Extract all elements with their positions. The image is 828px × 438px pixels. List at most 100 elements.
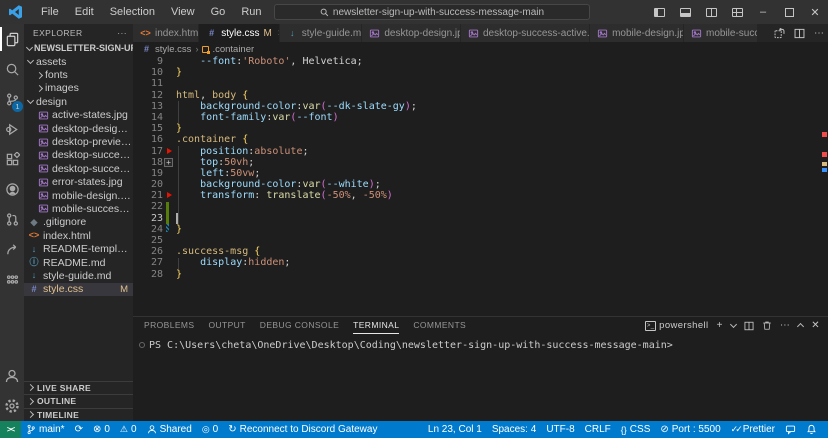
- terminal-profile[interactable]: >_ powershell: [645, 320, 708, 331]
- tab-desktop-design-jpg[interactable]: desktop-design.jpg: [362, 24, 461, 42]
- activity-item-source-control[interactable]: 1: [0, 84, 24, 114]
- statusbar-sync-changes[interactable]: ⟳: [70, 421, 88, 438]
- statusbar-eol-sequence[interactable]: CRLF: [580, 421, 616, 438]
- maximize-icon[interactable]: [776, 0, 802, 24]
- activity-item-live-share[interactable]: [0, 234, 24, 264]
- command-center-search[interactable]: newsletter-sign-up-with-success-message-…: [274, 4, 590, 20]
- split-terminal-icon[interactable]: [744, 321, 754, 331]
- tree-item-style-guide-md[interactable]: ↓style-guide.md: [24, 269, 133, 282]
- workspace-root-folder[interactable]: NEWSLETTER-SIGN-UP-WI...: [24, 41, 133, 55]
- activity-item-explorer[interactable]: [0, 24, 24, 54]
- breadcrumb[interactable]: # style.css › .container: [133, 42, 828, 56]
- split-editor-layout-icon[interactable]: [698, 0, 724, 24]
- kill-terminal-icon[interactable]: [762, 320, 772, 331]
- statusbar-encoding[interactable]: UTF-8: [541, 421, 579, 438]
- tree-item-mobile-design-jpg[interactable]: mobile-design.jpg: [24, 189, 133, 202]
- section-outline[interactable]: OUTLINE: [24, 394, 133, 408]
- statusbar-live-server-port[interactable]: ⊘Port : 5500: [655, 421, 725, 438]
- tree-item--gitignore[interactable]: ◆.gitignore: [24, 216, 133, 229]
- tab-index-html[interactable]: <>index.html: [133, 24, 199, 42]
- tree-item-index-html[interactable]: <>index.html: [24, 229, 133, 242]
- statusbar-notifications[interactable]: [801, 421, 822, 438]
- close-window-icon[interactable]: ✕: [802, 0, 828, 24]
- panel-more-actions-icon[interactable]: ⋯: [780, 320, 790, 331]
- menu-edit[interactable]: Edit: [67, 0, 102, 24]
- panel-tab-terminal[interactable]: TERMINAL: [353, 317, 399, 334]
- activity-item-extensions[interactable]: [0, 144, 24, 174]
- activity-item-run-and-debug[interactable]: [0, 114, 24, 144]
- tree-item-active-states-jpg[interactable]: active-states.jpg: [24, 109, 133, 122]
- minimize-icon[interactable]: –: [750, 0, 776, 24]
- toggle-panel-icon[interactable]: [672, 0, 698, 24]
- activity-item-search[interactable]: [0, 54, 24, 84]
- warning-icon: ⚠: [120, 424, 128, 435]
- tree-item-readme-md[interactable]: ⓘREADME.md: [24, 256, 133, 269]
- statusbar-indentation[interactable]: Spaces: 4: [487, 421, 541, 438]
- tree-item-readme-template-md[interactable]: ↓README-template.md: [24, 242, 133, 255]
- explorer-header: EXPLORER ···: [24, 24, 133, 41]
- statusbar-feedback[interactable]: [780, 421, 801, 438]
- statusbar-language-mode[interactable]: {}CSS: [616, 421, 656, 438]
- tree-item-error-states-jpg[interactable]: error-states.jpg: [24, 176, 133, 189]
- tree-item-desktop-success-active-jpg[interactable]: desktop-success-active.jpg: [24, 149, 133, 162]
- breadcrumb-symbol[interactable]: .container: [212, 44, 254, 55]
- activity-item-github[interactable]: [0, 174, 24, 204]
- menu-view[interactable]: View: [163, 0, 203, 24]
- toggle-sidebar-icon[interactable]: [646, 0, 672, 24]
- tab-style-guide-md[interactable]: ↓style-guide.md: [280, 24, 363, 42]
- chevron-up-icon[interactable]: [797, 323, 804, 330]
- tab-desktop-success-active-jpg[interactable]: desktop-success-active.jpg: [461, 24, 590, 42]
- section-timeline[interactable]: TIMELINE: [24, 408, 133, 422]
- tree-item-style-css[interactable]: #style.cssM: [24, 283, 133, 296]
- open-changes-icon[interactable]: [774, 28, 785, 39]
- activity-item-pull-requests[interactable]: [0, 204, 24, 234]
- activity-item-settings[interactable]: [0, 391, 24, 421]
- menu-selection[interactable]: Selection: [102, 0, 163, 24]
- breadcrumb-file[interactable]: style.css: [155, 44, 191, 55]
- statusbar-discord-reconnect[interactable]: ↻Reconnect to Discord Gateway: [223, 421, 382, 438]
- statusbar-prettier[interactable]: ✓✓Prettier: [726, 421, 780, 438]
- tree-item-mobile-success-jpg[interactable]: mobile-success.jpg: [24, 202, 133, 215]
- code-editor[interactable]: 9 --font:'Roboto', Helvetica;10}1112html…: [133, 56, 828, 316]
- close-panel-icon[interactable]: ✕: [811, 320, 820, 331]
- section-live-share[interactable]: LIVE SHARE: [24, 381, 133, 395]
- statusbar-git-branch[interactable]: main*: [21, 421, 70, 438]
- statusbar-cursor-position[interactable]: Ln 23, Col 1: [423, 421, 487, 438]
- chevron-down-icon[interactable]: [730, 321, 737, 328]
- new-terminal-icon[interactable]: +: [717, 320, 723, 331]
- tab-mobile-design-jpg[interactable]: mobile-design.jpg: [590, 24, 684, 42]
- statusbar-problems-warnings[interactable]: ⚠0: [115, 421, 142, 438]
- menu-go[interactable]: Go: [203, 0, 234, 24]
- code-line-16: 16.container {: [133, 134, 828, 145]
- panel-tab-output[interactable]: OUTPUT: [208, 317, 245, 334]
- file-type-image-icon: [37, 137, 49, 148]
- overview-ruler[interactable]: [821, 24, 828, 316]
- split-editor-icon[interactable]: [794, 28, 805, 39]
- panel-tab-problems[interactable]: PROBLEMS: [144, 317, 194, 334]
- tree-item-desktop-design-jpg[interactable]: desktop-design.jpg: [24, 122, 133, 135]
- gutter-plus-icon[interactable]: +: [164, 158, 173, 167]
- account-icon: [4, 368, 20, 384]
- customize-layout-icon[interactable]: [724, 0, 750, 24]
- tree-item-design[interactable]: design: [24, 95, 133, 108]
- tree-item-assets[interactable]: assets: [24, 55, 133, 68]
- tab-mobile-success-jpg[interactable]: mobile-success.jpg: [684, 24, 758, 42]
- statusbar-live-share-status[interactable]: Shared: [142, 421, 197, 438]
- tree-item-desktop-success-jpg[interactable]: desktop-success.jpg: [24, 162, 133, 175]
- tree-item-images[interactable]: images: [24, 82, 133, 95]
- tree-item-fonts[interactable]: fonts: [24, 68, 133, 81]
- terminal-content[interactable]: PS C:\Users\cheta\OneDrive\Desktop\Codin…: [133, 334, 828, 351]
- statusbar-problems-errors[interactable]: ⊗0: [88, 421, 115, 438]
- remote-indicator[interactable]: ><: [0, 421, 21, 438]
- tab-style-css[interactable]: #style.cssM×: [199, 24, 280, 42]
- activity-item-accounts[interactable]: [0, 361, 24, 391]
- menu-run[interactable]: Run: [233, 0, 269, 24]
- statusbar-participants-count[interactable]: ◎0: [197, 421, 223, 438]
- panel-tab-comments[interactable]: COMMENTS: [413, 317, 466, 334]
- menu-bar: FileEditSelectionViewGoRun···: [33, 0, 297, 24]
- panel-tab-debug-console[interactable]: DEBUG CONSOLE: [260, 317, 339, 334]
- tree-item-desktop-preview-jpg[interactable]: desktop-preview.jpg: [24, 135, 133, 148]
- explorer-more-actions-icon[interactable]: ···: [117, 28, 127, 38]
- activity-item-remote-explorer[interactable]: [0, 264, 24, 294]
- menu-file[interactable]: File: [33, 0, 67, 24]
